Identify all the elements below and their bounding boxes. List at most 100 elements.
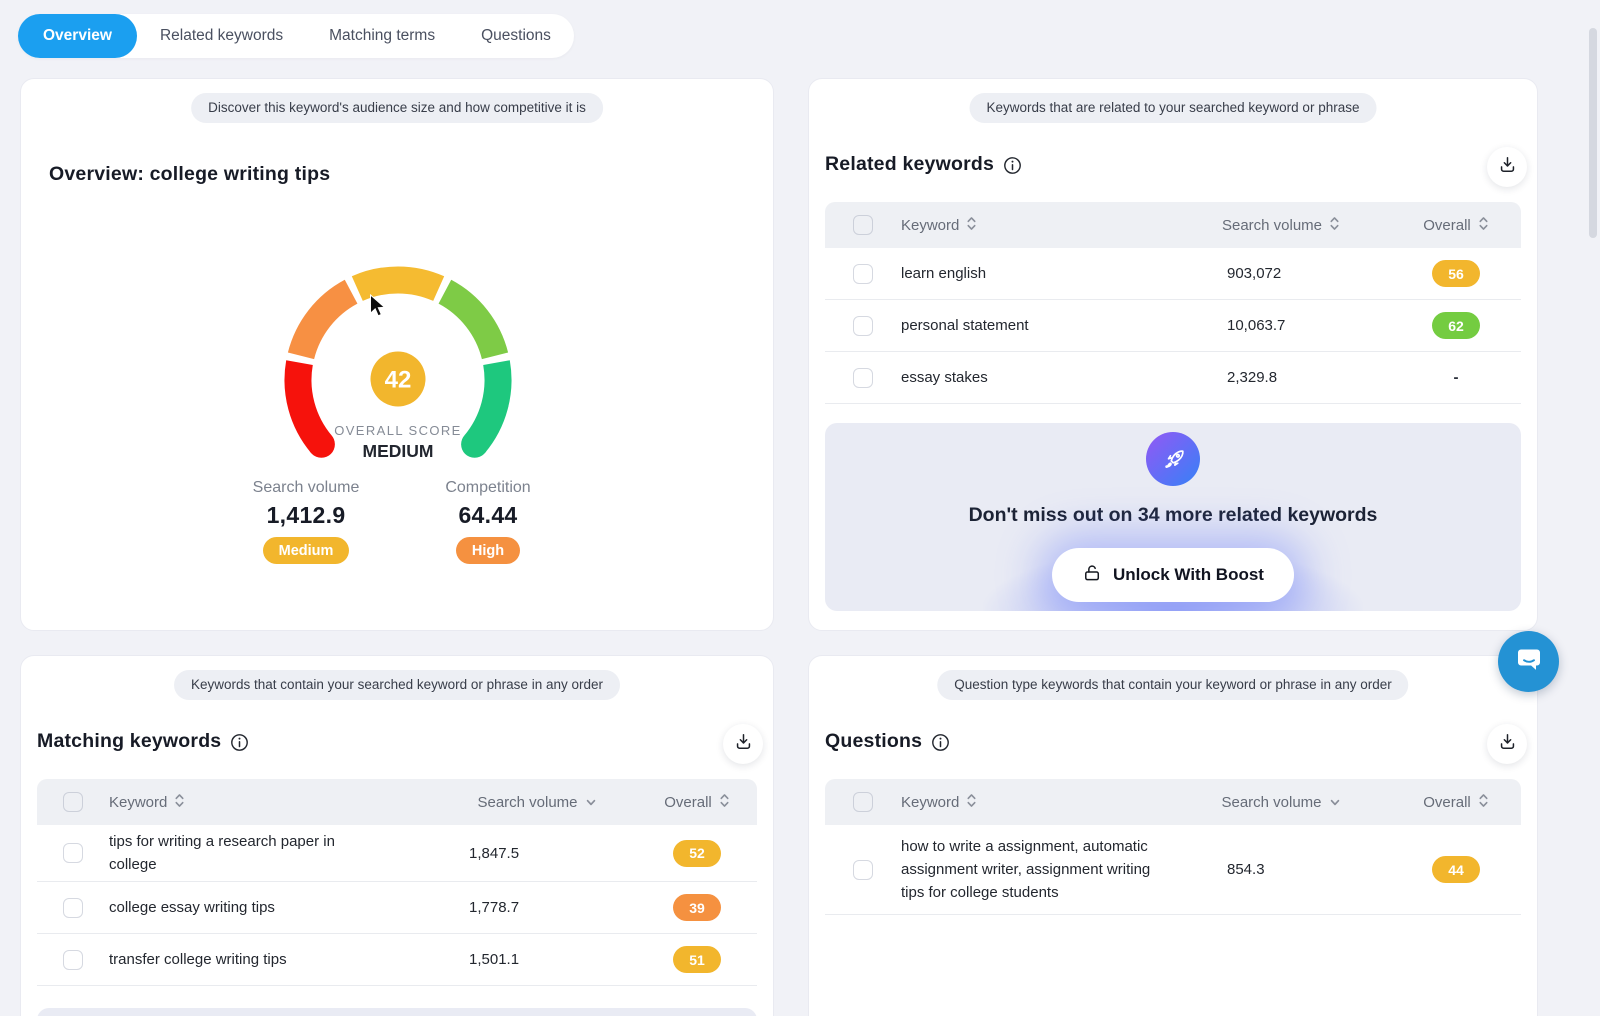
table-row[interactable]: personal statement 10,063.7 62 <box>825 300 1521 352</box>
tab-related-keywords[interactable]: Related keywords <box>137 14 306 58</box>
keyword-cell: learn english <box>901 262 1171 285</box>
competition-badge: High <box>456 537 520 564</box>
table-row[interactable]: how to write a assignment, automatic ass… <box>825 825 1521 915</box>
column-header-overall[interactable]: Overall <box>1391 793 1521 812</box>
sort-icon <box>1478 216 1489 235</box>
search-volume-badge: Medium <box>263 537 350 564</box>
download-icon <box>1498 732 1517 756</box>
vertical-scrollbar[interactable] <box>1589 28 1597 238</box>
gauge-caption: OVERALL SCORE <box>334 423 462 438</box>
boost-upsell-box: Don't miss out on 34 more related keywor… <box>825 423 1521 611</box>
boost-upsell-box-partial <box>37 1008 757 1016</box>
overview-panel: Discover this keyword's audience size an… <box>20 78 774 631</box>
tab-overview[interactable]: Overview <box>18 14 137 58</box>
matching-panel-title: Matching keywords <box>37 730 221 753</box>
row-checkbox[interactable] <box>63 950 83 970</box>
keyword-cell: tips for writing a research paper in col… <box>109 830 371 877</box>
search-volume-value: 1,412.9 <box>267 502 346 529</box>
gauge-cap-left <box>308 431 335 458</box>
column-header-search-volume[interactable]: Search volume <box>1171 794 1391 811</box>
table-row[interactable]: learn english 903,072 56 <box>825 248 1521 300</box>
chat-launcher-button[interactable] <box>1498 631 1559 692</box>
related-keywords-panel: Keywords that are related to your search… <box>808 78 1538 631</box>
table-row[interactable]: tips for writing a research paper in col… <box>37 825 757 882</box>
sort-desc-icon <box>1329 794 1341 811</box>
row-checkbox[interactable] <box>63 843 83 863</box>
download-button[interactable] <box>1487 147 1527 187</box>
info-icon[interactable] <box>1003 156 1022 175</box>
unlock-with-boost-button[interactable]: Unlock With Boost <box>1052 548 1294 602</box>
row-checkbox[interactable] <box>853 860 873 880</box>
gauge-segment-lightgreen <box>445 292 495 356</box>
gauge-segment-yellow <box>357 280 438 289</box>
tab-matching-terms[interactable]: Matching terms <box>306 14 458 58</box>
related-keywords-table: Keyword Search volume Overall learn engl… <box>825 202 1521 404</box>
matching-keywords-panel: Keywords that contain your searched keyw… <box>20 655 774 1016</box>
column-header-search-volume[interactable]: Search volume <box>1171 216 1391 235</box>
search-volume-cell: 1,847.5 <box>437 845 637 862</box>
table-row[interactable]: college essay writing tips 1,778.7 39 <box>37 882 757 934</box>
overview-panel-title: Overview: college writing tips <box>49 163 330 186</box>
overall-score-empty: - <box>1454 369 1459 386</box>
column-header-overall[interactable]: Overall <box>637 793 757 812</box>
info-icon[interactable] <box>931 733 950 752</box>
search-volume-cell: 1,778.7 <box>437 899 637 916</box>
table-header-row: Keyword Search volume Overall <box>37 779 757 825</box>
info-icon[interactable] <box>230 733 249 752</box>
overall-score-badge: 51 <box>673 946 721 973</box>
competition-stat: Competition 64.44 High <box>413 479 563 564</box>
overall-score-badge: 39 <box>673 894 721 921</box>
select-all-checkbox[interactable] <box>63 792 83 812</box>
related-hint-pill: Keywords that are related to your search… <box>970 93 1377 123</box>
boost-message: Don't miss out on 34 more related keywor… <box>825 504 1521 527</box>
sort-icon <box>1329 216 1340 235</box>
download-button[interactable] <box>723 724 763 764</box>
column-header-overall[interactable]: Overall <box>1391 216 1521 235</box>
view-tabbar: Overview Related keywords Matching terms… <box>18 14 574 58</box>
search-volume-cell: 903,072 <box>1171 265 1391 282</box>
overview-hint-pill: Discover this keyword's audience size an… <box>191 93 603 123</box>
sort-icon <box>1478 793 1489 812</box>
keyword-cell: essay stakes <box>901 366 1171 389</box>
table-row[interactable]: transfer college writing tips 1,501.1 51 <box>37 934 757 986</box>
questions-hint-pill: Question type keywords that contain your… <box>937 670 1408 700</box>
row-checkbox[interactable] <box>853 264 873 284</box>
select-all-checkbox[interactable] <box>853 792 873 812</box>
download-icon <box>734 732 753 756</box>
download-icon <box>1498 155 1517 179</box>
column-header-keyword[interactable]: Keyword <box>901 216 1171 235</box>
table-header-row: Keyword Search volume Overall <box>825 202 1521 248</box>
column-header-keyword[interactable]: Keyword <box>901 793 1171 812</box>
column-header-search-volume[interactable]: Search volume <box>437 794 637 811</box>
sort-icon <box>966 793 977 812</box>
matching-keywords-table: Keyword Search volume Overall tips for w… <box>37 779 757 986</box>
select-all-checkbox[interactable] <box>853 215 873 235</box>
overall-score-badge: 52 <box>673 840 721 867</box>
sort-desc-icon <box>585 794 597 811</box>
download-button[interactable] <box>1487 724 1527 764</box>
keyword-cell: personal statement <box>901 314 1171 337</box>
keyword-overview-page: Overview Related keywords Matching terms… <box>0 0 1600 1016</box>
overall-score-badge: 56 <box>1432 260 1480 287</box>
sort-icon <box>966 216 977 235</box>
row-checkbox[interactable] <box>853 368 873 388</box>
gauge-cap-right <box>461 431 488 458</box>
gauge-segment-orange <box>301 292 351 356</box>
competition-value: 64.44 <box>458 502 517 529</box>
keyword-cell: how to write a assignment, automatic ass… <box>901 835 1171 905</box>
questions-panel-title: Questions <box>825 730 922 753</box>
keyword-cell: transfer college writing tips <box>109 948 437 971</box>
sort-icon <box>719 793 730 812</box>
search-volume-label: Search volume <box>253 479 360 497</box>
overall-score-badge: 62 <box>1432 312 1480 339</box>
search-volume-cell: 1,501.1 <box>437 951 637 968</box>
column-header-keyword[interactable]: Keyword <box>109 793 437 812</box>
matching-hint-pill: Keywords that contain your searched keyw… <box>174 670 620 700</box>
rocket-icon <box>1146 432 1200 486</box>
row-checkbox[interactable] <box>63 898 83 918</box>
table-row[interactable]: essay stakes 2,329.8 - <box>825 352 1521 404</box>
row-checkbox[interactable] <box>853 316 873 336</box>
keyword-cell: college essay writing tips <box>109 896 437 919</box>
tab-questions[interactable]: Questions <box>458 14 574 58</box>
search-volume-cell: 854.3 <box>1171 861 1391 878</box>
